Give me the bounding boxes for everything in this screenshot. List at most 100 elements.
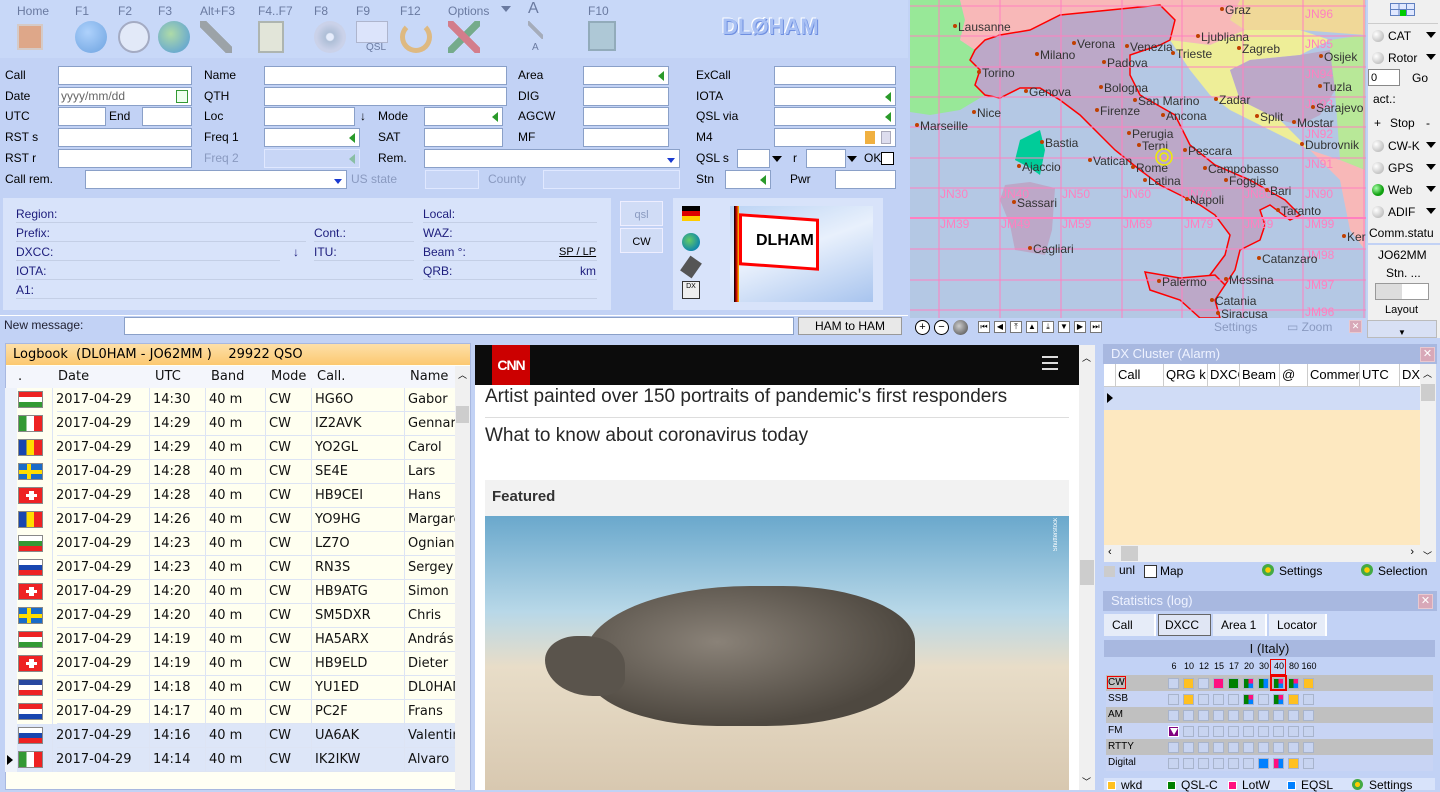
ok-checkbox[interactable] [881, 152, 894, 165]
mf-input[interactable] [583, 128, 669, 147]
column-header[interactable]: . [18, 366, 62, 388]
qsl-r-input[interactable] [806, 149, 846, 168]
iota-input[interactable] [774, 87, 896, 106]
pwr-input[interactable] [835, 170, 896, 189]
search-file-icon[interactable] [865, 131, 875, 144]
stat-cell[interactable] [1213, 678, 1224, 689]
cw-button[interactable]: CW [620, 228, 663, 253]
loc-down-arrow-icon[interactable]: ↓ [360, 107, 366, 126]
layout-grid-icon[interactable] [1390, 3, 1415, 16]
statistics-close-icon[interactable]: ✕ [1418, 594, 1433, 609]
rotor-control[interactable]: Rotor [1366, 48, 1440, 68]
stat-cell[interactable] [1198, 710, 1209, 721]
logbook-row[interactable]: 2017-04-29 14:19 40 m CW HB9ELD Dieter [5, 652, 455, 676]
map-nav-prev-icon[interactable]: ◀ [994, 321, 1006, 333]
cwk-dropdown-icon[interactable] [1426, 142, 1436, 148]
stat-cell[interactable] [1288, 710, 1299, 721]
m4-input[interactable] [774, 128, 896, 147]
stn-input[interactable] [725, 170, 771, 189]
dx-cluster-icon[interactable]: DX [682, 281, 700, 299]
toolbar-save-button[interactable]: F10 [588, 0, 628, 58]
headline-link[interactable]: What to know about coronavirus today [485, 425, 808, 447]
stat-cell[interactable] [1168, 726, 1179, 737]
dropdown-arrow-icon[interactable] [667, 158, 675, 163]
tab-call[interactable]: Call [1104, 614, 1156, 636]
hamburger-menu-icon[interactable] [1042, 356, 1058, 370]
cat-dropdown-icon[interactable] [1426, 32, 1436, 38]
column-header[interactable]: Name [410, 366, 458, 388]
rotor-minus-button[interactable]: - [1426, 116, 1430, 130]
stat-cell[interactable] [1228, 710, 1239, 721]
featured-image[interactable]: Shutterstock [485, 516, 1069, 790]
sat-input[interactable] [424, 128, 503, 147]
agcw-input[interactable] [583, 107, 669, 126]
map-nav-bottom-icon[interactable]: ⤓ [1042, 321, 1054, 333]
toolbar-cd-button[interactable]: F8 [314, 0, 354, 58]
toolbar-clock-button[interactable]: F2 [118, 0, 158, 58]
dx-column-header[interactable]: Beam [1242, 367, 1279, 382]
rst-s-input[interactable] [58, 128, 192, 147]
column-header[interactable]: Band [211, 366, 270, 388]
stat-cell[interactable] [1303, 758, 1314, 769]
globe-icon[interactable] [682, 233, 700, 251]
dx-settings-button[interactable]: Settings [1279, 564, 1322, 578]
green-arrow-icon[interactable] [885, 92, 891, 102]
stat-cell[interactable] [1228, 758, 1239, 769]
dx-cluster-close-icon[interactable]: ✕ [1420, 347, 1435, 362]
toolbar-qsl-card-button[interactable]: F9 QSL [356, 0, 396, 58]
qsl-s-dropdown-icon[interactable] [772, 156, 782, 162]
map-checkbox[interactable] [1144, 565, 1157, 578]
stat-cell[interactable] [1198, 742, 1209, 753]
name-input[interactable] [264, 66, 507, 85]
stat-cell[interactable] [1273, 742, 1284, 753]
dx-cluster-row[interactable] [1104, 387, 1420, 410]
logbook-row[interactable]: 2017-04-29 14:16 40 m CW UA6AK Valentin [5, 724, 456, 748]
stat-cell[interactable] [1183, 726, 1194, 737]
logbook-row[interactable]: 2017-04-29 14:14 40 m CW IK2IKW Alvaro [5, 748, 455, 772]
logbook-row[interactable]: 2017-04-29 14:23 40 m CW RN3S Sergey [5, 556, 455, 580]
toolbar-notepad-button[interactable]: F4..F7 [258, 0, 298, 58]
zoom-out-icon[interactable]: − [934, 320, 949, 335]
stat-cell[interactable] [1198, 678, 1209, 689]
stat-cell[interactable] [1303, 710, 1314, 721]
stat-cell[interactable] [1228, 742, 1239, 753]
dx-column-header[interactable]: Commen [1310, 367, 1359, 382]
stat-cell[interactable] [1273, 758, 1284, 769]
stat-cell[interactable] [1183, 694, 1194, 705]
tab-locator[interactable]: Locator [1269, 614, 1327, 636]
map-nav-last-icon[interactable]: ⏭ [1090, 321, 1102, 333]
dx-cluster-vscroll[interactable]: ︿ ﹀ [1420, 364, 1436, 562]
stat-cell[interactable] [1258, 710, 1269, 721]
stat-cell[interactable] [1273, 694, 1284, 705]
stat-cell[interactable] [1168, 758, 1179, 769]
qsl-via-input[interactable] [774, 107, 896, 126]
stat-cell[interactable] [1258, 758, 1269, 769]
toolbar-satellite-button[interactable]: Alt+F3 [200, 0, 240, 58]
tab-dxcc[interactable]: DXCC [1158, 614, 1211, 636]
logbook-row[interactable]: 2017-04-29 14:29 40 m CW IZ2AVK Gennaro [5, 412, 456, 436]
toolbar-help-button[interactable]: F1 [75, 0, 115, 58]
adif-control[interactable]: ADIF [1366, 202, 1440, 222]
qsl-r-dropdown-icon[interactable] [847, 156, 857, 162]
logbook-row[interactable]: 2017-04-29 14:30 40 m CW HG6O Gabor [5, 388, 455, 412]
stat-cell[interactable] [1228, 726, 1239, 737]
map-nav-next-icon[interactable]: ▶ [1074, 321, 1086, 333]
dx-column-header[interactable]: Call [1118, 367, 1163, 382]
map[interactable]: JN96JN95JN94JN93JN92JN91JN30 JN40 JN50 JN60… [910, 0, 1366, 318]
dx-selection-button[interactable]: Selection [1378, 564, 1427, 578]
gps-dropdown-icon[interactable] [1426, 164, 1436, 170]
toolbar-tools-button[interactable]: Options [448, 0, 489, 58]
map-zoom-button[interactable]: ▭ Zoom [1287, 320, 1332, 334]
dx-column-header[interactable]: DX [1402, 367, 1420, 382]
logbook-row[interactable]: 2017-04-29 14:26 40 m CW YO9HG Margareta [5, 508, 456, 532]
ham-to-ham-button[interactable]: HAM to HAM [798, 317, 902, 335]
cat-control[interactable]: CAT [1366, 26, 1440, 46]
stat-cell[interactable] [1198, 726, 1209, 737]
stat-cell[interactable] [1168, 678, 1179, 689]
unl-checkbox[interactable] [1104, 566, 1115, 577]
stat-cell[interactable] [1243, 678, 1254, 689]
stat-cell[interactable] [1258, 726, 1269, 737]
column-header[interactable]: Mode [271, 366, 316, 388]
column-header[interactable]: UTC [155, 366, 210, 388]
world-icon[interactable] [953, 320, 968, 335]
